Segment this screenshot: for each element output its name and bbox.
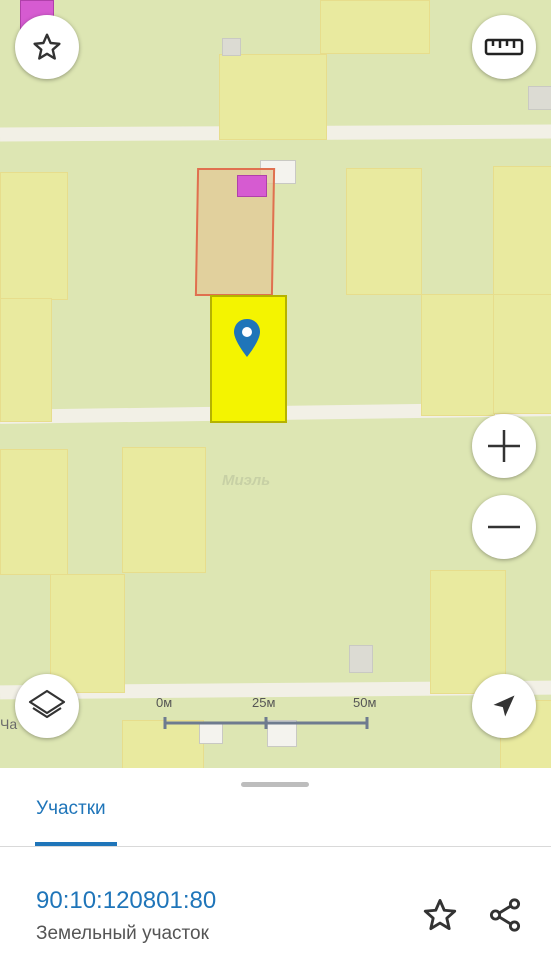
favorite-map-button[interactable] xyxy=(15,15,79,79)
land-parcel[interactable] xyxy=(50,574,125,693)
land-parcel[interactable] xyxy=(493,166,551,296)
cadastral-number[interactable]: 90:10:120801:80 xyxy=(36,887,216,915)
road-label: Ча xyxy=(0,716,18,732)
land-parcel[interactable] xyxy=(320,0,430,54)
sheet-drag-handle[interactable] xyxy=(241,782,309,787)
plus-icon xyxy=(488,430,520,462)
land-parcel[interactable] xyxy=(421,294,495,416)
scale-label-0: 0м xyxy=(156,695,173,710)
land-parcel[interactable] xyxy=(122,447,206,573)
map-view[interactable]: Миэль Ча 0м 25м 50м xyxy=(0,0,551,768)
my-location-button[interactable] xyxy=(472,674,536,738)
scale-ruler xyxy=(163,717,369,729)
building xyxy=(349,645,373,673)
layers-button[interactable] xyxy=(15,674,79,738)
tab-parcels[interactable]: Участки xyxy=(36,798,106,820)
ruler-icon xyxy=(484,38,524,56)
layers-icon xyxy=(28,689,66,719)
building xyxy=(528,86,551,110)
scale-bar: 0м 25м 50м xyxy=(156,695,377,731)
land-parcel[interactable] xyxy=(0,298,52,422)
navigation-arrow-icon xyxy=(493,695,515,717)
parcel-type: Земельный участок xyxy=(36,923,209,944)
building-magenta xyxy=(237,175,267,197)
land-parcel[interactable] xyxy=(219,54,327,140)
star-icon xyxy=(33,33,61,60)
share-button[interactable] xyxy=(483,893,527,937)
land-parcel[interactable] xyxy=(493,294,551,414)
selected-parcel[interactable] xyxy=(210,295,287,423)
star-icon xyxy=(423,899,457,931)
divider xyxy=(0,846,551,847)
minus-icon xyxy=(488,525,520,529)
zoom-out-button[interactable] xyxy=(472,495,536,559)
scale-label-25: 25м xyxy=(252,695,276,710)
favorite-parcel-button[interactable] xyxy=(418,893,462,937)
watermark: Миэль xyxy=(222,472,271,489)
land-parcel[interactable] xyxy=(346,168,422,295)
ruler-button[interactable] xyxy=(472,15,536,79)
scale-label-50: 50м xyxy=(353,695,377,710)
share-icon xyxy=(489,898,521,932)
land-parcel[interactable] xyxy=(0,449,68,575)
building xyxy=(222,38,241,56)
location-marker-icon[interactable] xyxy=(233,318,261,358)
zoom-in-button[interactable] xyxy=(472,414,536,478)
land-parcel[interactable] xyxy=(0,172,68,300)
